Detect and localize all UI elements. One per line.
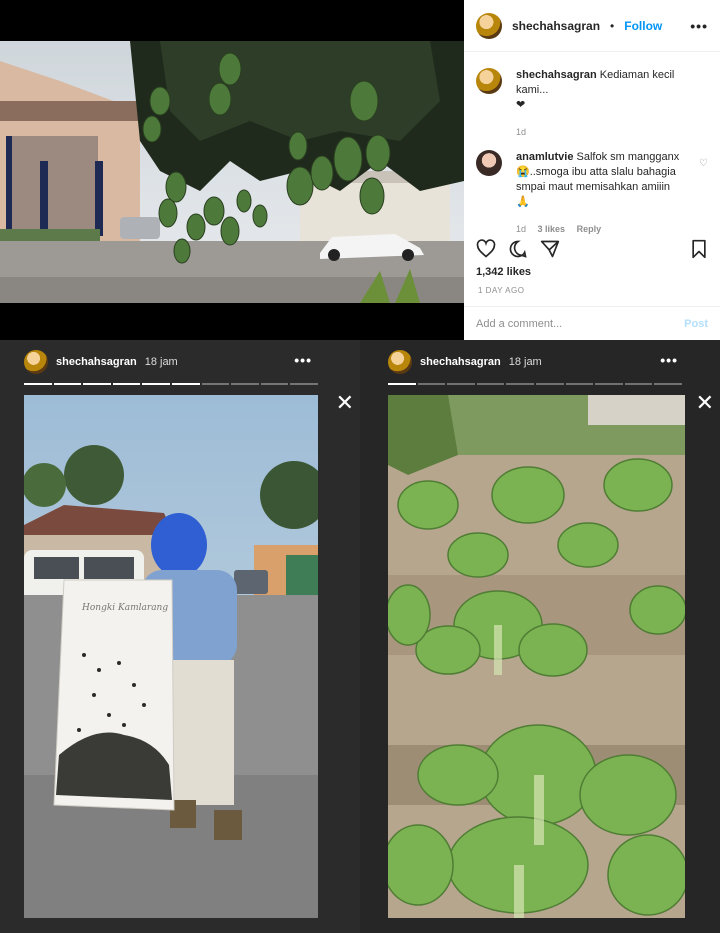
progress-segment bbox=[142, 383, 170, 385]
story-progress-bar bbox=[24, 383, 318, 385]
post-time-ago: 1 DAY AGO bbox=[478, 286, 525, 295]
comment: anamlutvie Salfok sm mangganx 😭..smoga i… bbox=[464, 140, 720, 237]
story-progress-bar bbox=[388, 383, 682, 385]
story-username[interactable]: shechahsagran bbox=[56, 356, 137, 368]
progress-segment bbox=[231, 383, 259, 385]
story-header: shechahsagran 18 jam bbox=[388, 350, 542, 374]
story-viewer-left: shechahsagran 18 jam ••• Hongki Kamlaran… bbox=[0, 340, 360, 933]
commenter-username[interactable]: anamlutvie bbox=[516, 151, 573, 163]
more-options-icon[interactable]: ••• bbox=[690, 18, 708, 34]
caption-avatar[interactable] bbox=[476, 68, 502, 94]
comment-age: 1d bbox=[516, 224, 527, 234]
progress-segment bbox=[290, 383, 318, 385]
story-more-options-icon[interactable]: ••• bbox=[294, 352, 312, 368]
progress-segment bbox=[476, 383, 505, 385]
comment-body: anamlutvie Salfok sm mangganx 😭..smoga i… bbox=[516, 150, 685, 237]
follow-button[interactable]: Follow bbox=[624, 19, 662, 33]
add-comment-input[interactable] bbox=[476, 317, 685, 330]
author-username[interactable]: shechahsagran bbox=[512, 19, 600, 33]
caption-username[interactable]: shechahsagran bbox=[516, 69, 597, 81]
progress-segment bbox=[53, 383, 82, 385]
post-actions bbox=[476, 239, 708, 259]
progress-segment bbox=[171, 383, 200, 385]
heart-emoji: ❤ bbox=[516, 99, 526, 111]
story-image-vegetable-garden[interactable] bbox=[388, 395, 685, 918]
progress-segment bbox=[506, 383, 534, 385]
add-comment-bar: Post bbox=[464, 306, 720, 340]
bookmark-icon[interactable] bbox=[690, 239, 708, 259]
post-side-panel: shechahsagran • Follow ••• shechahsagran… bbox=[464, 0, 720, 340]
separator-dot: • bbox=[610, 18, 615, 33]
progress-segment bbox=[624, 383, 653, 385]
instagram-post: shechahsagran • Follow ••• shechahsagran… bbox=[0, 0, 720, 340]
story-avatar[interactable] bbox=[388, 350, 412, 374]
caption-body: shechahsagran Kediaman kecil kami... ❤ 1… bbox=[516, 68, 708, 140]
comment-bubble-icon[interactable] bbox=[508, 239, 528, 259]
comment-likes[interactable]: 3 likes bbox=[538, 224, 566, 234]
caption: shechahsagran Kediaman kecil kami... ❤ 1… bbox=[464, 52, 720, 140]
story-time: 18 jam bbox=[144, 356, 178, 368]
like-heart-icon[interactable] bbox=[476, 239, 496, 259]
caption-meta: 1d bbox=[516, 125, 708, 140]
progress-segment bbox=[112, 383, 141, 385]
post-comment-button[interactable]: Post bbox=[684, 318, 708, 330]
story-avatar[interactable] bbox=[24, 350, 48, 374]
svg-text:Hongki Kamlarang: Hongki Kamlarang bbox=[81, 603, 168, 613]
progress-segment bbox=[654, 383, 682, 385]
story-more-options-icon[interactable]: ••• bbox=[660, 352, 678, 368]
progress-segment bbox=[201, 383, 230, 385]
story-image-bee-net[interactable]: Hongki Kamlarang bbox=[24, 395, 318, 918]
caption-age: 1d bbox=[516, 127, 527, 137]
progress-segment bbox=[388, 383, 416, 385]
likes-count[interactable]: 1,342 likes bbox=[476, 266, 531, 278]
comment-meta: 1d 3 likes Reply bbox=[516, 222, 685, 237]
story-viewer-right: shechahsagran 18 jam ••• ✕ bbox=[360, 340, 720, 933]
comment-like-heart-icon[interactable]: ♡ bbox=[699, 158, 708, 237]
author-avatar[interactable] bbox=[476, 12, 502, 39]
story-header: shechahsagran 18 jam bbox=[24, 350, 178, 374]
progress-segment bbox=[417, 383, 446, 385]
reply-button[interactable]: Reply bbox=[577, 224, 602, 234]
share-plane-icon[interactable] bbox=[540, 239, 560, 259]
progress-segment bbox=[447, 383, 475, 385]
story-username[interactable]: shechahsagran bbox=[420, 356, 501, 368]
progress-segment bbox=[83, 383, 111, 385]
progress-segment bbox=[565, 383, 594, 385]
progress-segment bbox=[535, 383, 564, 385]
commenter-avatar[interactable] bbox=[476, 150, 502, 176]
close-icon[interactable]: ✕ bbox=[696, 392, 714, 414]
close-icon[interactable]: ✕ bbox=[336, 392, 354, 414]
post-photo-mango-tree[interactable] bbox=[0, 41, 464, 303]
progress-segment bbox=[260, 383, 289, 385]
progress-segment bbox=[24, 383, 52, 385]
progress-segment bbox=[595, 383, 623, 385]
post-header: shechahsagran • Follow ••• bbox=[464, 0, 720, 52]
story-time: 18 jam bbox=[508, 356, 542, 368]
